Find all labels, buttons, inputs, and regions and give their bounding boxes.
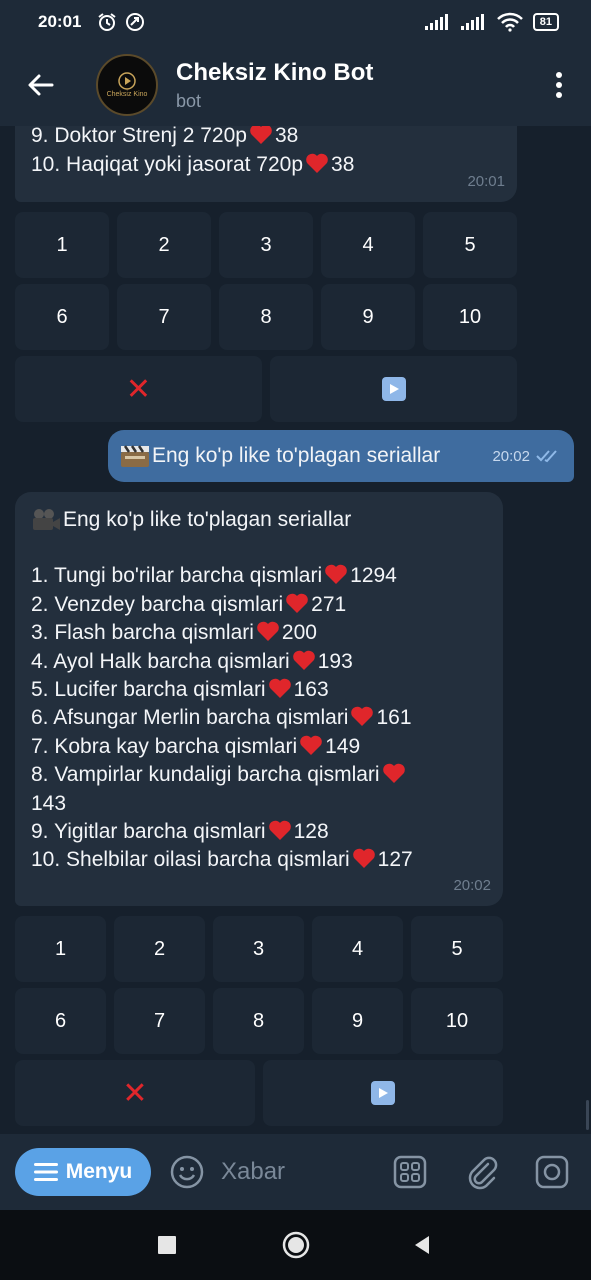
heart-icon bbox=[352, 849, 375, 869]
keyboard-button-3[interactable]: 3 bbox=[213, 916, 304, 982]
keyboard-button-6[interactable]: 6 bbox=[15, 284, 109, 350]
keyboard-button-1[interactable]: 1 bbox=[15, 212, 109, 278]
camera-icon[interactable] bbox=[534, 1154, 570, 1190]
bot-message: Eng ko'p like to'plagan seriallar 1. Tun… bbox=[15, 492, 503, 906]
heart-icon bbox=[268, 678, 291, 699]
keyboard-button-2[interactable]: 2 bbox=[117, 212, 211, 278]
scrollbar[interactable] bbox=[586, 1100, 589, 1130]
clapper-board-icon bbox=[121, 445, 149, 467]
chat-title: Cheksiz Kino Bot bbox=[176, 58, 374, 86]
status-time: 20:01 bbox=[38, 12, 82, 31]
message-line: 9. Doktor Strenj 2 720p 38 bbox=[31, 126, 517, 151]
avatar-logo-text: Cheksiz Kino bbox=[106, 91, 148, 98]
signal-icon bbox=[424, 14, 448, 30]
chat-header: Cheksiz Kino Cheksiz Kino Bot bot bbox=[0, 44, 591, 126]
wifi-icon bbox=[496, 12, 523, 32]
list-item: 3. Flash barcha qismlari 200 bbox=[31, 621, 317, 645]
heart-icon bbox=[268, 820, 291, 841]
keyboard-button-8[interactable]: 8 bbox=[213, 988, 304, 1054]
emoji-icon[interactable] bbox=[169, 1154, 205, 1190]
home-icon[interactable] bbox=[281, 1230, 311, 1260]
menu-button-label: Menyu bbox=[65, 1160, 133, 1183]
keyboard-button-10[interactable]: 10 bbox=[411, 988, 503, 1054]
heart-icon bbox=[257, 621, 279, 642]
list-item: 6. Afsungar Merlin barcha qismlari 161 bbox=[31, 706, 412, 730]
list-item: 7. Kobra kay barcha qismlari 149 bbox=[31, 734, 361, 758]
app-notification-icon bbox=[126, 13, 145, 31]
play-button-icon bbox=[381, 377, 406, 401]
list-item: 9. Yigitlar barcha qismlari 128 bbox=[31, 820, 329, 844]
system-navigation-bar bbox=[0, 1210, 591, 1280]
heart-icon bbox=[306, 153, 328, 173]
heart-icon bbox=[325, 565, 347, 585]
movie-camera-icon bbox=[33, 509, 60, 531]
message-meta: 20:02 bbox=[492, 448, 562, 465]
more-options-icon[interactable] bbox=[555, 70, 563, 100]
keyboard-button-5[interactable]: 5 bbox=[411, 916, 503, 982]
keyboard-button-9[interactable]: 9 bbox=[312, 988, 403, 1054]
outgoing-message: Eng ko'p like to'plagan seriallar 20:02 bbox=[108, 430, 574, 482]
prev-bot-message: 10 9. Doktor Strenj 2 720p38 10. Haqiqat… bbox=[15, 126, 517, 202]
play-logo-icon bbox=[118, 72, 136, 90]
list-item: 1. Tungi bo'rilar barcha qismlari 1294 bbox=[31, 564, 397, 588]
heart-icon bbox=[292, 650, 315, 670]
red-cross-icon: ✕ bbox=[122, 1076, 148, 1110]
message-time: 20:02 bbox=[453, 876, 491, 894]
keyboard-button-8[interactable]: 8 bbox=[219, 284, 313, 350]
play-button-icon bbox=[371, 1081, 395, 1105]
status-bar: 20:01 81 bbox=[0, 0, 591, 44]
alarm-icon bbox=[98, 13, 117, 31]
back-nav-icon[interactable] bbox=[411, 1234, 433, 1256]
message-title: Eng ko'p like to'plagan seriallar bbox=[31, 506, 503, 534]
read-double-check-icon bbox=[536, 450, 557, 463]
keyboard-button-3[interactable]: 3 bbox=[219, 212, 313, 278]
message-time: 20:02 bbox=[492, 447, 530, 465]
keyboard-button-7[interactable]: 7 bbox=[117, 284, 211, 350]
recent-apps-icon[interactable] bbox=[156, 1234, 178, 1256]
keyboard-button-10[interactable]: 10 bbox=[423, 284, 517, 350]
message-input[interactable] bbox=[219, 1157, 383, 1187]
chat-title-block[interactable]: Cheksiz Kino Bot bot bbox=[176, 59, 373, 112]
heart-icon bbox=[250, 126, 272, 145]
attach-icon[interactable] bbox=[464, 1154, 500, 1190]
bot-commands-icon[interactable] bbox=[392, 1154, 428, 1190]
heart-icon bbox=[300, 735, 322, 755]
signal-icon bbox=[460, 14, 484, 30]
keyboard-button-9[interactable]: 9 bbox=[321, 284, 415, 350]
input-bar: Menyu bbox=[0, 1134, 591, 1210]
keyboard-button-6[interactable]: 6 bbox=[15, 988, 106, 1054]
inline-keyboard: 1 2 3 4 5 6 7 8 9 10 ✕ bbox=[15, 212, 517, 422]
hamburger-icon bbox=[33, 1163, 58, 1181]
outgoing-message-text: Eng ko'p like to'plagan seriallar bbox=[152, 444, 441, 467]
chat-area[interactable]: 10 9. Doktor Strenj 2 720p38 10. Haqiqat… bbox=[0, 126, 591, 1134]
back-arrow-icon[interactable] bbox=[26, 70, 56, 100]
chat-subtitle: bot bbox=[176, 90, 202, 111]
close-button[interactable]: ✕ bbox=[15, 1060, 255, 1126]
message-line: 10. Haqiqat yoki jasorat 720p 38 bbox=[31, 152, 355, 176]
inline-keyboard: 1 2 3 4 5 6 7 8 9 10 ✕ bbox=[15, 916, 503, 1126]
heart-icon bbox=[382, 763, 405, 784]
keyboard-button-2[interactable]: 2 bbox=[114, 916, 205, 982]
keyboard-button-4[interactable]: 4 bbox=[312, 916, 403, 982]
list-item-continuation: 143 bbox=[31, 791, 67, 815]
list-item: 10. Shelbilar oilasi barcha qismlari 127 bbox=[31, 848, 413, 872]
heart-icon bbox=[351, 707, 374, 727]
keyboard-button-7[interactable]: 7 bbox=[114, 988, 205, 1054]
next-button[interactable] bbox=[263, 1060, 503, 1126]
keyboard-button-1[interactable]: 1 bbox=[15, 916, 106, 982]
avatar[interactable]: Cheksiz Kino bbox=[96, 54, 158, 116]
list-item: 2. Venzdey barcha qismlari 271 bbox=[31, 592, 347, 616]
battery-icon: 81 bbox=[532, 13, 559, 31]
list-item: 5. Lucifer barcha qismlari 163 bbox=[31, 678, 329, 702]
red-cross-icon: ✕ bbox=[125, 372, 152, 406]
close-button[interactable]: ✕ bbox=[15, 356, 262, 422]
menu-button[interactable]: Menyu bbox=[15, 1148, 151, 1196]
keyboard-button-5[interactable]: 5 bbox=[423, 212, 517, 278]
list-item: 4. Ayol Halk barcha qismlari 193 bbox=[31, 649, 353, 673]
keyboard-button-4[interactable]: 4 bbox=[321, 212, 415, 278]
list-item: 8. Vampirlar kundaligi barcha qismlari bbox=[31, 761, 503, 789]
heart-icon bbox=[286, 593, 308, 613]
next-button[interactable] bbox=[270, 356, 517, 422]
message-time: 20:01 bbox=[467, 172, 505, 190]
